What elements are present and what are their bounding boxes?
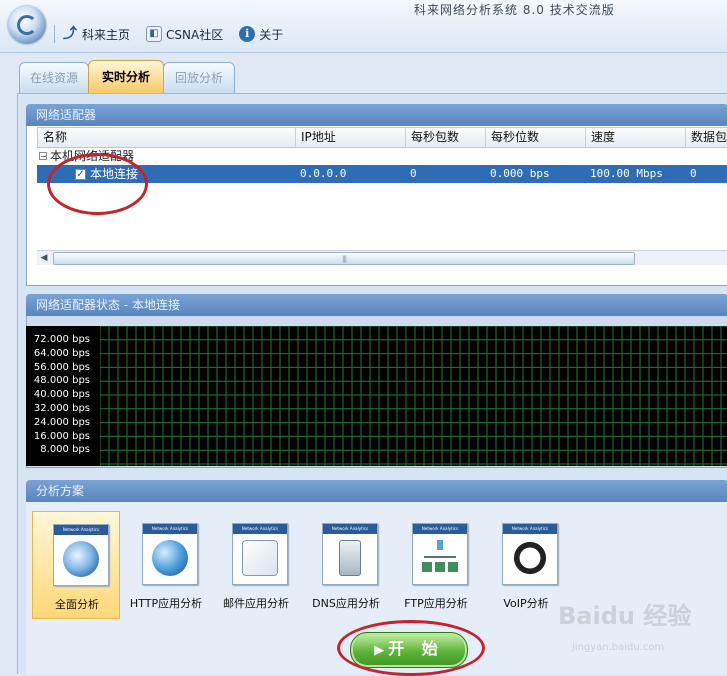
tool-ftp-analysis[interactable]: Network Analytics FTP应用分析: [392, 511, 480, 619]
tab-online-resources[interactable]: 在线资源: [19, 62, 89, 93]
adapter-packets-cell: 0: [690, 167, 697, 180]
tool-badge: Network Analytics: [323, 524, 377, 534]
y-tick-label: 16.000 bps: [33, 430, 90, 442]
adapter-table-header: 名称 IP地址 每秒包数 每秒位数 速度 数据包: [37, 127, 727, 148]
tool-badge: Network Analytics: [233, 524, 287, 534]
main-tabs: 在线资源 实时分析 回放分析: [0, 60, 727, 95]
tool-full-analysis[interactable]: Network Analytics 全面分析: [32, 511, 120, 619]
nav-home-label: 科来主页: [82, 27, 131, 42]
column-header-pps[interactable]: 每秒包数: [406, 128, 486, 147]
tool-badge: Network Analytics: [143, 524, 197, 534]
adapter-table: 名称 IP地址 每秒包数 每秒位数 速度 数据包 − 本机网络适配器 ✓ 本地连接…: [26, 126, 727, 286]
tab-replay-analysis[interactable]: 回放分析: [163, 62, 235, 93]
info-icon: i: [239, 26, 256, 42]
globe-icon: [152, 540, 188, 576]
column-header-packets[interactable]: 数据包: [686, 128, 727, 147]
y-tick-label: 48.000 bps: [33, 375, 90, 387]
table-row[interactable]: ✓ 本地连接 0.0.0.0 0 0.000 bps 100.00 Mbps 0: [37, 165, 727, 183]
network-tree-icon: [422, 540, 458, 576]
tool-voip-analysis[interactable]: Network Analytics VoIP分析: [482, 511, 570, 619]
y-tick-label: 8.000 bps: [40, 444, 90, 456]
tab-realtime-analysis[interactable]: 实时分析: [88, 60, 164, 95]
collapse-icon[interactable]: −: [39, 152, 47, 161]
headset-icon: [512, 540, 548, 576]
y-tick-label: 32.000 bps: [33, 403, 90, 414]
watermark-url: jingyan.baidu.com: [572, 642, 665, 653]
app-logo[interactable]: [8, 6, 46, 44]
tool-icon-card: Network Analytics: [232, 523, 288, 585]
tool-badge: Network Analytics: [54, 525, 108, 535]
y-tick-label: 64.000 bps: [33, 347, 90, 359]
adapter-pps-cell: 0: [410, 167, 417, 180]
home-icon: ⤴: [63, 26, 77, 42]
tool-badge: Network Analytics: [413, 524, 467, 534]
content-area: 网络适配器 名称 IP地址 每秒包数 每秒位数 速度 数据包 − 本机网络适配器…: [17, 93, 727, 674]
adapter-bps-cell: 0.000 bps: [490, 167, 550, 180]
adapter-group-label: 本机网络适配器: [50, 149, 135, 163]
tool-icon-card: Network Analytics: [322, 523, 378, 585]
app-title: 科来网络分析系统 8.0 技术交流版: [414, 3, 615, 17]
tool-icon-card: Network Analytics: [502, 523, 558, 585]
y-tick-label: 24.000 bps: [33, 416, 90, 428]
tool-icon-card: Network Analytics: [142, 523, 198, 585]
tool-dns-analysis[interactable]: Network Analytics DNS应用分析: [302, 511, 390, 619]
top-nav: ⤴ 科来主页 ◧ CSNA社区 i 关于: [54, 24, 295, 44]
column-header-speed[interactable]: 速度: [586, 128, 686, 147]
magnifier-icon: [63, 541, 99, 577]
scheme-panel-header: 分析方案: [26, 480, 727, 502]
graph-grid: [100, 326, 727, 466]
horizontal-scrollbar[interactable]: ◀ |||: [37, 250, 727, 265]
tool-icon-card: Network Analytics: [412, 523, 468, 585]
tool-mail-analysis[interactable]: Network Analytics 邮件应用分析: [212, 511, 300, 619]
tool-icon-card: Network Analytics: [53, 524, 109, 586]
nav-home-link[interactable]: ⤴ 科来主页: [62, 26, 130, 43]
tool-label: DNS应用分析: [312, 597, 380, 610]
y-tick-label: 72.000 bps: [33, 334, 90, 345]
adapter-name: 本地连接: [90, 167, 139, 181]
adapter-ip-cell: 0.0.0.0: [300, 167, 347, 180]
nav-about-link[interactable]: i 关于: [239, 26, 283, 43]
title-bar: 科来网络分析系统 8.0 技术交流版 ⤴ 科来主页 ◧ CSNA社区 i 关于: [0, 0, 727, 53]
server-icon: [339, 540, 361, 576]
mail-icon: [242, 540, 278, 576]
traffic-graph: 72.000 bps 64.000 bps 56.000 bps 48.000 bps…: [26, 326, 727, 466]
checkbox-checked-icon[interactable]: ✓: [75, 169, 86, 180]
y-tick-label: 40.000 bps: [33, 389, 90, 401]
status-panel-header: 网络适配器状态 - 本地连接: [26, 294, 727, 316]
tool-http-analysis[interactable]: Network Analytics HTTP应用分析: [122, 511, 210, 619]
watermark-logo: Baidu 经验: [558, 602, 692, 630]
scroll-left-icon[interactable]: ◀: [37, 251, 51, 265]
play-icon: ▶: [374, 643, 385, 658]
community-icon: ◧: [146, 26, 163, 42]
tool-label: 全面分析: [55, 598, 99, 611]
tool-label: FTP应用分析: [404, 597, 468, 610]
tool-label: HTTP应用分析: [129, 597, 203, 610]
nav-about-label: 关于: [259, 27, 284, 42]
tool-label: 邮件应用分析: [223, 597, 289, 610]
column-header-name[interactable]: 名称: [38, 128, 296, 147]
adapter-speed-cell: 100.00 Mbps: [590, 167, 663, 180]
nav-community-label: CSNA社区: [166, 27, 224, 42]
start-button[interactable]: ▶ 开 始: [350, 632, 468, 668]
adapter-group-row[interactable]: − 本机网络适配器: [39, 148, 134, 164]
adapter-name-cell: ✓ 本地连接: [37, 165, 295, 183]
start-button-label: 开 始: [388, 639, 444, 658]
nav-community-link[interactable]: ◧ CSNA社区: [146, 26, 223, 43]
scrollbar-thumb[interactable]: |||: [53, 252, 635, 265]
column-header-ip[interactable]: IP地址: [296, 128, 406, 147]
tool-badge: Network Analytics: [503, 524, 557, 534]
column-header-bps[interactable]: 每秒位数: [486, 128, 586, 147]
y-tick-label: 56.000 bps: [33, 361, 90, 373]
adapter-panel-header: 网络适配器: [26, 104, 727, 126]
